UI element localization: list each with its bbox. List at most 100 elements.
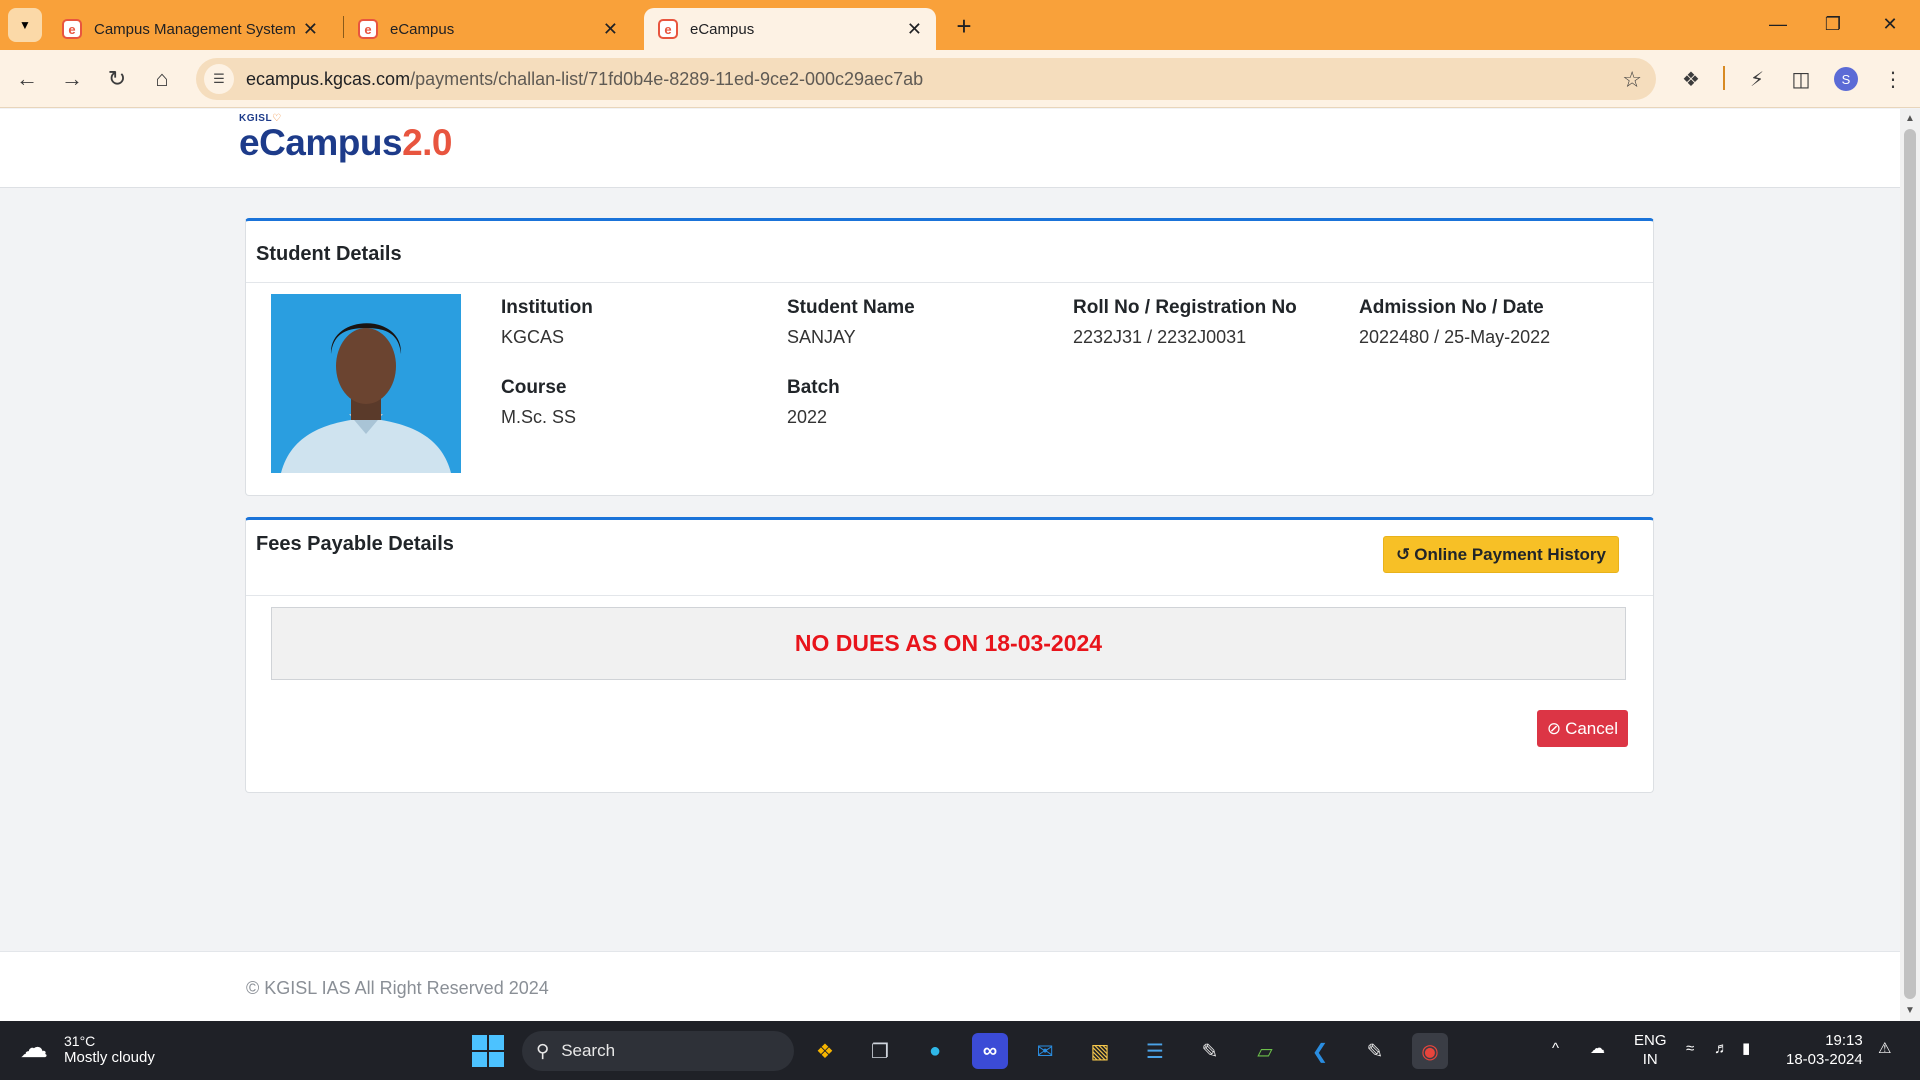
restore-icon: ❐ — [1824, 13, 1842, 34]
ecampus-logo[interactable]: KGISL♡ eCampus2.0 — [239, 113, 452, 162]
ban-icon: ⊘ — [1546, 718, 1562, 738]
windows-taskbar: ☁ 31°C Mostly cloudy ⚲ Search ❖ ❐ ● ∞ ✉ … — [0, 1021, 1920, 1080]
scroll-up-arrow-icon[interactable]: ▲ — [1904, 113, 1916, 125]
language-indicator[interactable]: ENG IN — [1634, 1031, 1667, 1069]
site-info-icon[interactable]: ☰ — [204, 64, 234, 94]
file-explorer-icon[interactable]: ▧ — [1082, 1033, 1118, 1069]
cancel-button[interactable]: ⊘ Cancel — [1536, 710, 1628, 747]
site-header: KGISL♡ eCampus2.0 — [0, 109, 1900, 188]
new-tab-button[interactable]: + — [948, 10, 980, 42]
weather-temp: 31°C — [64, 1032, 96, 1049]
address-bar[interactable]: ☰ ecampus.kgcas.com/payments/challan-lis… — [196, 58, 1656, 100]
clock[interactable]: 19:13 18-03-2024 — [1786, 1031, 1863, 1069]
page-scrollbar[interactable]: ▲ ▼ — [1900, 109, 1920, 1021]
lightning-icon: ⚡ — [1749, 68, 1765, 91]
field-value: 2022480 / 25-May-2022 — [1359, 327, 1551, 347]
history-button-label: Online Payment History — [1414, 544, 1606, 564]
back-button[interactable]: ← — [10, 62, 44, 96]
field-value: 2022 — [787, 407, 828, 427]
side-panel-button[interactable]: ◫ — [1784, 62, 1818, 96]
chevron-down-icon: ▼ — [19, 18, 31, 32]
forward-button[interactable]: → — [55, 62, 89, 96]
cancel-button-label: Cancel — [1565, 718, 1618, 738]
battery-icon[interactable]: ▮ — [1742, 1039, 1750, 1058]
bookmark-star-icon[interactable]: ☆ — [1622, 67, 1642, 93]
clock-time: 19:13 — [1825, 1032, 1863, 1049]
url-text: ecampus.kgcas.com/payments/challan-list/… — [246, 69, 923, 90]
field-batch: Batch 2022 — [787, 377, 840, 428]
wifi-icon[interactable]: ≈ — [1686, 1039, 1694, 1058]
profile-avatar[interactable]: S — [1834, 67, 1858, 91]
ecampus-favicon-icon: e — [62, 19, 82, 39]
search-icon: ⚲ — [536, 1040, 550, 1061]
minimize-icon: — — [1769, 13, 1787, 34]
tab-campus-management[interactable]: e Campus Management System ✕ — [48, 8, 332, 50]
reload-button[interactable]: ↻ — [100, 62, 134, 96]
performance-button[interactable]: ⚡ — [1740, 62, 1774, 96]
clock-date: 18-03-2024 — [1786, 1051, 1863, 1068]
scroll-down-arrow-icon[interactable]: ▼ — [1904, 1005, 1916, 1017]
home-button[interactable]: ⌂ — [145, 62, 179, 96]
image-app-icon[interactable]: ▱ — [1247, 1033, 1283, 1069]
notification-bell-icon[interactable]: ⚠ — [1878, 1039, 1891, 1058]
document-app-icon[interactable]: ✎ — [1192, 1033, 1228, 1069]
task-view-icon[interactable]: ❐ — [862, 1033, 898, 1069]
onedrive-cloud-icon[interactable]: ☁ — [1590, 1039, 1605, 1058]
lang-text: ENG — [1634, 1032, 1667, 1049]
card-divider — [246, 282, 1653, 283]
field-institution: Institution KGCAS — [501, 297, 593, 348]
url-host: ecampus.kgcas.com — [246, 68, 411, 89]
browser-tab-bar: ▼ e Campus Management System ✕ e eCampus… — [0, 0, 1920, 50]
close-icon[interactable]: ✕ — [303, 19, 318, 40]
chrome-icon[interactable]: ◉ — [1412, 1033, 1448, 1069]
copilot-app-icon[interactable]: ❖ — [807, 1033, 843, 1069]
browser-menu-button[interactable]: ⋮ — [1876, 62, 1910, 96]
mail-icon[interactable]: ✉ — [1027, 1033, 1063, 1069]
extensions-button[interactable]: ❖ — [1674, 62, 1708, 96]
tab-ecampus-active[interactable]: e eCampus ✕ — [644, 8, 936, 50]
close-window-button[interactable]: ✕ — [1870, 8, 1910, 40]
toolbar-divider — [1723, 66, 1725, 90]
edge-browser-icon[interactable]: ● — [917, 1033, 953, 1069]
minimize-button[interactable]: — — [1758, 8, 1798, 40]
tab-label: eCampus — [690, 20, 755, 38]
student-details-title: Student Details — [256, 243, 402, 265]
vscode-icon[interactable]: ❮ — [1302, 1033, 1338, 1069]
scroll-thumb[interactable] — [1904, 129, 1916, 999]
start-button[interactable] — [472, 1035, 504, 1067]
volume-icon[interactable]: ♬ — [1714, 1039, 1729, 1058]
kebab-menu-icon: ⋮ — [1883, 68, 1903, 91]
field-value: 2232J31 / 2232J0031 — [1073, 327, 1247, 347]
close-icon: ✕ — [1882, 13, 1898, 34]
student-photo — [271, 294, 461, 473]
search-label: Search — [561, 1041, 616, 1060]
online-payment-history-button[interactable]: ↺ Online Payment History — [1382, 536, 1619, 573]
fees-payable-title: Fees Payable Details — [256, 533, 454, 555]
editor-app-icon[interactable]: ✎ — [1357, 1033, 1393, 1069]
field-roll-registration: Roll No / Registration No 2232J31 / 2232… — [1073, 297, 1297, 348]
weather-widget[interactable]: ☁ 31°C Mostly cloudy — [20, 1031, 155, 1067]
region-text: IN — [1642, 1051, 1658, 1068]
logo-main-text: eCampus2.0 — [239, 124, 452, 162]
close-icon[interactable]: ✕ — [603, 19, 618, 40]
field-course: Course M.Sc. SS — [501, 377, 576, 428]
tab-ecampus-1[interactable]: e eCampus ✕ — [344, 8, 632, 50]
fees-payable-card: Fees Payable Details ↺ Online Payment Hi… — [245, 517, 1654, 793]
weather-desc: Mostly cloudy — [64, 1048, 155, 1066]
field-student-name: Student Name SANJAY — [787, 297, 915, 348]
arrow-right-icon: → — [61, 66, 83, 91]
page-content: KGISL♡ eCampus2.0 Student Details Instit… — [0, 109, 1900, 1021]
chevron-up-icon[interactable]: ^ — [1552, 1039, 1559, 1058]
tab-search-button[interactable]: ▼ — [8, 8, 42, 42]
arrow-left-icon: ← — [16, 66, 38, 91]
no-dues-banner: NO DUES AS ON 18-03-2024 — [271, 607, 1626, 680]
browser-toolbar: ← → ↻ ⌂ ☰ ecampus.kgcas.com/payments/cha… — [0, 50, 1920, 108]
close-icon[interactable]: ✕ — [907, 19, 922, 40]
taskbar-search[interactable]: ⚲ Search — [522, 1031, 794, 1071]
card-divider — [246, 595, 1653, 596]
ecampus-favicon-icon: e — [658, 19, 678, 39]
restore-button[interactable]: ❐ — [1813, 8, 1853, 40]
field-label: Batch — [787, 377, 840, 398]
notepad-icon[interactable]: ☰ — [1137, 1033, 1173, 1069]
dev-app-icon[interactable]: ∞ — [972, 1033, 1008, 1069]
